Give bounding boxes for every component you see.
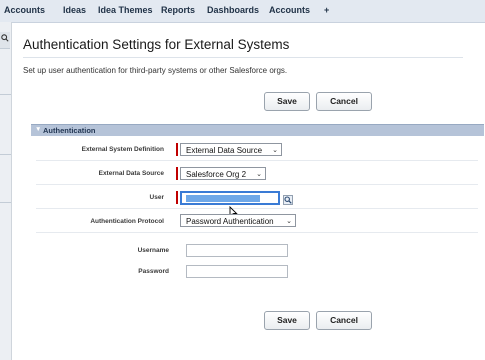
authentication-protocol-value: Password Authentication	[186, 217, 274, 226]
lookup-icon[interactable]	[283, 192, 293, 205]
nav-tab-ideas[interactable]: Ideas	[63, 5, 86, 15]
nav-tab-accounts[interactable]: Accounts	[4, 5, 45, 15]
external-system-definition-label: External System Definition	[81, 146, 164, 153]
row-divider	[36, 160, 478, 161]
cancel-button-bottom[interactable]: Cancel	[316, 311, 372, 330]
authentication-form	[31, 136, 484, 336]
external-system-definition-select[interactable]: External Data Source ⌄	[180, 143, 282, 156]
nav-tab-reports[interactable]: Reports	[161, 5, 195, 15]
username-label: Username	[137, 247, 169, 254]
chevron-down-icon: ⌄	[272, 147, 278, 154]
nav-tab-dashboards[interactable]: Dashboards	[207, 5, 259, 15]
external-data-source-select[interactable]: Salesforce Org 2 ⌄	[180, 167, 266, 180]
required-indicator	[176, 143, 178, 156]
user-label: User	[149, 194, 164, 201]
text-selection-highlight	[186, 195, 260, 202]
sidebar-divider	[0, 154, 11, 155]
nav-add-tab-icon[interactable]: +	[324, 5, 329, 15]
cancel-button-top[interactable]: Cancel	[316, 92, 372, 111]
password-label: Password	[138, 268, 169, 275]
top-nav: Accounts Ideas Idea Themes Reports Dashb…	[0, 0, 485, 23]
required-indicator	[176, 191, 178, 204]
sidebar-divider	[0, 94, 11, 95]
left-sidebar	[0, 22, 12, 360]
required-indicator	[176, 167, 178, 180]
triangle-down-icon[interactable]: ▼	[35, 126, 41, 133]
authentication-protocol-select[interactable]: Password Authentication ⌄	[180, 214, 296, 227]
save-button-top[interactable]: Save	[264, 92, 310, 111]
authentication-section-header[interactable]: ▼ Authentication	[31, 124, 484, 136]
page-title: Authentication Settings for External Sys…	[23, 37, 290, 52]
page-description: Set up user authentication for third-par…	[23, 66, 288, 75]
external-data-source-value: Salesforce Org 2	[186, 170, 247, 179]
sidebar-divider	[0, 202, 11, 203]
external-system-definition-value: External Data Source	[186, 146, 263, 155]
search-icon[interactable]	[1, 34, 9, 44]
row-divider	[36, 232, 478, 233]
nav-tab-accounts-2[interactable]: Accounts	[269, 5, 310, 15]
save-button-bottom[interactable]: Save	[264, 311, 310, 330]
title-divider	[23, 57, 463, 58]
user-lookup-input[interactable]	[180, 191, 280, 205]
chevron-down-icon: ⌄	[256, 171, 262, 178]
external-data-source-label: External Data Source	[98, 170, 164, 177]
chevron-down-icon: ⌄	[286, 218, 292, 225]
nav-tab-idea-themes[interactable]: Idea Themes	[98, 5, 153, 15]
section-title: Authentication	[43, 126, 96, 135]
authentication-protocol-label: Authentication Protocol	[90, 218, 164, 225]
row-divider	[36, 208, 478, 209]
row-divider	[36, 184, 478, 185]
username-input[interactable]	[186, 244, 288, 257]
password-input[interactable]	[186, 265, 288, 278]
